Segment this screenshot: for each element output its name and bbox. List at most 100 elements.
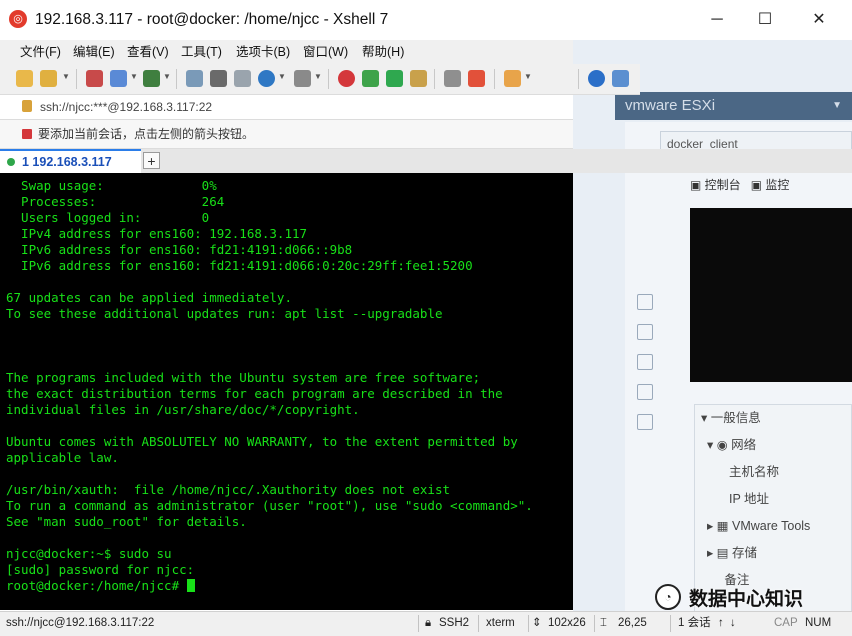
arrow-down-icon: ↓ xyxy=(730,617,736,629)
reconnect-icon[interactable] xyxy=(110,70,127,87)
highlight-icon[interactable] xyxy=(468,70,485,87)
fullscreen-icon[interactable] xyxy=(386,70,403,87)
menu-window[interactable]: 窗口(W) xyxy=(303,40,348,64)
new-session-icon[interactable] xyxy=(16,70,33,87)
keyboard-icon[interactable] xyxy=(444,70,461,87)
address-text[interactable]: ssh://njcc:***@192.168.3.117:22 xyxy=(40,95,212,119)
chevron-down-icon[interactable]: ▼ xyxy=(163,72,171,81)
toolbar: ▼ ▼ ▼ ▼ ▼ ▼ xyxy=(0,64,640,95)
close-button[interactable]: ✕ xyxy=(796,0,842,40)
terminal-line: To see these additional updates run: apt… xyxy=(6,306,443,321)
menu-bar: 文件(F) 编辑(E) 查看(V) 工具(T) 选项卡(B) 窗口(W) 帮助(… xyxy=(0,40,573,64)
chat-icon[interactable] xyxy=(612,70,629,87)
terminal[interactable]: Swap usage: 0% Processes: 264 Users logg… xyxy=(0,173,573,610)
disconnect-icon[interactable] xyxy=(86,70,103,87)
compose-icon[interactable] xyxy=(504,70,521,87)
minimize-button[interactable]: ─ xyxy=(694,0,740,40)
status-bar: ssh://njcc@192.168.3.117:22 🔒︎ SSH2 xter… xyxy=(0,611,852,636)
terminal-line: /usr/bin/xauth: file /home/njcc/.Xauthor… xyxy=(6,482,451,497)
text-icon[interactable] xyxy=(294,70,311,87)
arrow-up-icon: ↑ xyxy=(718,617,724,629)
chevron-down-icon[interactable]: ▼ xyxy=(130,72,138,81)
terminal-prompt: root@docker:/home/njcc# xyxy=(6,578,187,593)
chevron-down-icon[interactable]: ▼ xyxy=(62,72,70,81)
open-folder-icon[interactable] xyxy=(40,70,57,87)
menu-view[interactable]: 查看(V) xyxy=(127,40,169,64)
menu-tabs[interactable]: 选项卡(B) xyxy=(236,40,290,64)
watermark-text: 数据中心知识 xyxy=(689,588,804,610)
xftp-icon[interactable] xyxy=(362,70,379,87)
chevron-down-icon[interactable]: ▼ xyxy=(314,72,322,81)
terminal-line: Ubuntu comes with ABSOLUTELY NO WARRANTY… xyxy=(6,434,518,449)
status-num: NUM xyxy=(805,617,832,629)
maximize-button[interactable]: ☐ xyxy=(742,0,788,40)
terminal-line: Swap usage: 0% xyxy=(6,178,217,193)
terminal-line: The programs included with the Ubuntu sy… xyxy=(6,370,481,385)
bookmark-icon[interactable] xyxy=(22,129,32,139)
toolbar-separator xyxy=(328,69,329,89)
lock-icon: 🔒︎ xyxy=(425,617,432,629)
status-sessions: 1 会话 xyxy=(678,617,711,629)
tab-label: 1 192.168.3.117 xyxy=(22,155,112,169)
status-connection: ssh://njcc@192.168.3.117:22 xyxy=(6,617,155,629)
terminal-line: the exact distribution terms for each pr… xyxy=(6,386,503,401)
status-separator xyxy=(478,615,479,632)
terminal-line: applicable law. xyxy=(6,450,119,465)
status-cursor-pos: 26,25 xyxy=(618,617,647,629)
status-separator xyxy=(528,615,529,632)
cursor-position-icon: ⌶ xyxy=(600,617,607,629)
tab-bar: 1 192.168.3.117 + xyxy=(0,149,852,173)
lock-icon[interactable] xyxy=(410,70,427,87)
resize-icon: ⇕ xyxy=(532,617,542,629)
terminal-output: Swap usage: 0% Processes: 264 Users logg… xyxy=(6,178,533,594)
terminal-cursor xyxy=(186,579,195,592)
xshell-icon[interactable] xyxy=(338,70,355,87)
terminal-line: 67 updates can be applied immediately. xyxy=(6,290,292,305)
status-separator xyxy=(670,615,671,632)
session-hint-text: 要添加当前会话，点击左侧的箭头按钮。 xyxy=(38,127,255,141)
status-separator xyxy=(594,615,595,632)
wechat-logo-icon: ◔ xyxy=(655,584,681,610)
status-terminal-type: xterm xyxy=(486,617,515,629)
tab-session-1[interactable]: 1 192.168.3.117 xyxy=(0,149,141,173)
toolbar-separator xyxy=(434,69,435,89)
font-icon[interactable] xyxy=(234,70,251,87)
find-icon[interactable] xyxy=(186,70,203,87)
terminal-line: njcc@docker:~$ sudo su xyxy=(6,546,172,561)
status-size: 102x26 xyxy=(548,617,586,629)
terminal-line: To run a command as administrator (user … xyxy=(6,498,533,513)
menu-tools[interactable]: 工具(T) xyxy=(181,40,222,64)
status-cap: CAP xyxy=(774,617,798,629)
chevron-down-icon[interactable]: ▼ xyxy=(524,72,532,81)
menu-edit[interactable]: 编辑(E) xyxy=(73,40,115,64)
terminal-line: IPv6 address for ens160: fd21:4191:d066:… xyxy=(6,258,473,273)
print-icon[interactable] xyxy=(210,70,227,87)
menu-help[interactable]: 帮助(H) xyxy=(362,40,404,64)
help-icon[interactable] xyxy=(588,70,605,87)
terminal-line: IPv6 address for ens160: fd21:4191:d066:… xyxy=(6,242,353,257)
terminal-line: [sudo] password for njcc: xyxy=(6,562,195,577)
xshell-window: ◎ 192.168.3.117 - root@docker: /home/njc… xyxy=(0,0,852,636)
terminal-line: Processes: 264 xyxy=(6,194,225,209)
add-tab-button[interactable]: + xyxy=(143,152,160,169)
terminal-line: IPv4 address for ens160: 192.168.3.117 xyxy=(6,226,308,241)
toolbar-separator xyxy=(578,69,579,89)
terminal-prompt-line: root@docker:/home/njcc# xyxy=(6,578,533,594)
properties-icon[interactable] xyxy=(143,70,160,87)
toolbar-separator xyxy=(76,69,77,89)
watermark-logo: ◔ 数据中心知识 xyxy=(655,583,852,611)
terminal-line: Users logged in: 0 xyxy=(6,210,210,225)
status-separator xyxy=(418,615,419,632)
address-bar: ssh://njcc:***@192.168.3.117:22 xyxy=(0,95,573,120)
chevron-down-icon[interactable]: ▼ xyxy=(278,72,286,81)
globe-icon[interactable] xyxy=(258,70,275,87)
window-title: 192.168.3.117 - root@docker: /home/njcc … xyxy=(35,11,389,28)
menu-file[interactable]: 文件(F) xyxy=(20,40,61,64)
terminal-line: See "man sudo_root" for details. xyxy=(6,514,247,529)
